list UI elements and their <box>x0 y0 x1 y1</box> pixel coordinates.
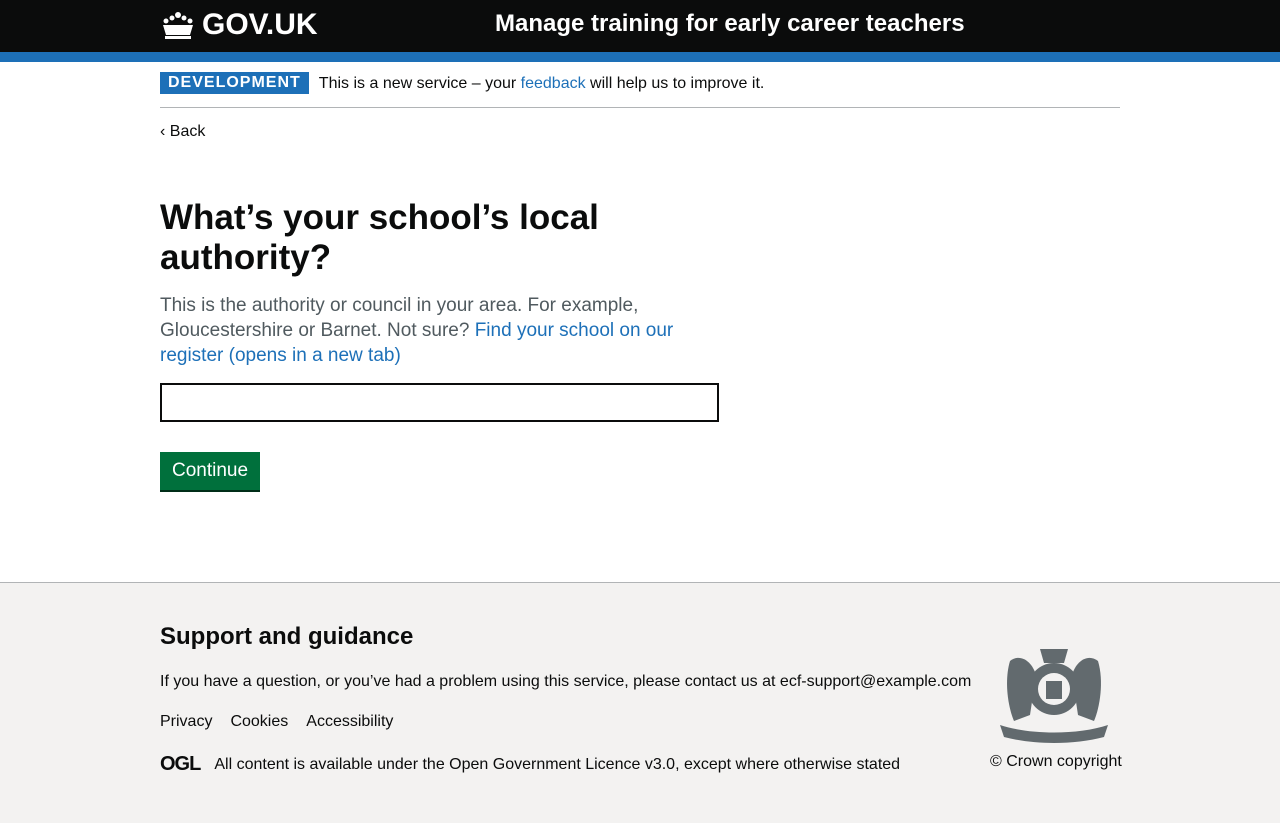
crown-copyright-link[interactable]: © Crown copyright <box>990 753 1122 771</box>
phase-tag: DEVELOPMENT <box>160 72 309 94</box>
privacy-link[interactable]: Privacy <box>160 713 212 731</box>
contact-body: If you have a question, or you’ve had a … <box>160 673 780 690</box>
licence-text-end: , except where otherwise stated <box>675 755 901 773</box>
phase-text: This is a new service – your feedback wi… <box>319 72 765 93</box>
header: GOV.UK Manage training for early career … <box>0 0 1280 62</box>
contact-text: If you have a question, or you’ve had a … <box>160 673 971 691</box>
hint-text: This is the authority or council in your… <box>160 293 730 368</box>
header-blue-bar <box>0 52 1280 62</box>
licence-text: All content is available under the Open … <box>214 756 900 774</box>
phase-banner: DEVELOPMENT This is a new service – your… <box>160 72 1120 108</box>
chevron-left-icon: ‹ <box>160 123 170 140</box>
feedback-link[interactable]: feedback <box>521 75 586 92</box>
local-authority-input[interactable] <box>160 383 719 422</box>
royal-coat-of-arms-icon <box>1000 649 1108 743</box>
footer: Support and guidance If you have a quest… <box>0 582 1280 823</box>
back-link-container: ‹ Back <box>160 123 205 141</box>
phase-text-start: This is a new service – your <box>318 75 521 92</box>
continue-button[interactable]: Continue <box>160 452 261 490</box>
licence-text-start: All content is available under the <box>214 755 450 773</box>
back-link[interactable]: Back <box>170 123 206 140</box>
licence: OGL All content is available under the O… <box>160 753 900 776</box>
accessibility-link[interactable]: Accessibility <box>306 713 393 731</box>
footer-links: Privacy Cookies Accessibility <box>160 713 393 731</box>
logo-text: GOV.UK <box>202 8 318 41</box>
ogl-logo-icon: OGL <box>160 753 201 775</box>
page-title: What’s your school’s local authority? <box>160 198 599 277</box>
footer-heading: Support and guidance <box>160 623 414 650</box>
crown-icon <box>163 12 193 39</box>
govuk-logo-link[interactable]: GOV.UK <box>160 8 318 42</box>
licence-link[interactable]: Open Government Licence v3.0 <box>449 756 675 773</box>
support-email-link[interactable]: ecf-support@example.com <box>780 673 971 690</box>
phase-text-end: will help us to improve it. <box>585 75 765 92</box>
cookies-link[interactable]: Cookies <box>230 713 288 731</box>
service-name-link[interactable]: Manage training for early career teacher… <box>495 10 965 38</box>
